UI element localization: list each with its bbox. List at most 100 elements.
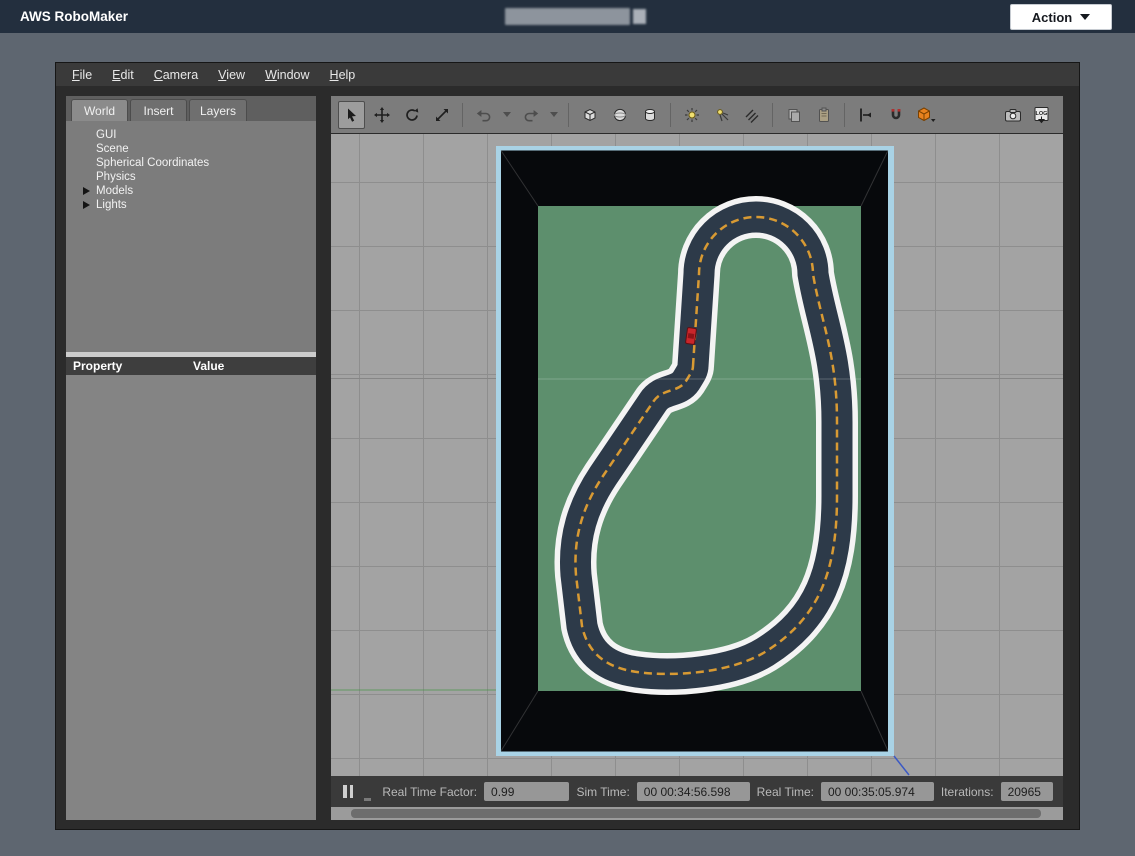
sim-time-label: Sim Time: <box>576 785 629 799</box>
pause-button[interactable] <box>341 783 355 800</box>
sim-time-value: 00 00:34:56.598 <box>637 782 750 801</box>
simulation-scene <box>331 134 1063 776</box>
spot-light-icon <box>714 107 730 123</box>
move-icon <box>374 107 390 123</box>
pause-icon <box>343 785 347 798</box>
redacted-text-small <box>633 9 646 24</box>
redo-icon <box>523 107 539 123</box>
align-tool-button[interactable] <box>852 101 879 129</box>
expand-arrow-icon[interactable] <box>83 201 90 209</box>
menu-camera[interactable]: Camera <box>144 65 208 85</box>
world-axis-blue <box>894 756 909 775</box>
sphere-shape-icon <box>612 107 628 123</box>
toolbar-separator <box>568 103 569 127</box>
directional-light-button[interactable] <box>738 101 765 129</box>
paste-button[interactable] <box>810 101 837 129</box>
gazebo-toolbar: LOG <box>331 96 1063 133</box>
cylinder-shape-icon <box>642 107 658 123</box>
car-roof <box>688 333 695 339</box>
property-table-body[interactable] <box>66 375 316 820</box>
menu-file[interactable]: File <box>62 65 102 85</box>
snap-tool-button[interactable] <box>882 101 909 129</box>
translate-tool-button[interactable] <box>368 101 395 129</box>
world-panel: World Insert Layers GUI Scene Spherical … <box>66 96 316 820</box>
rotate-tool-button[interactable] <box>398 101 425 129</box>
robot-car <box>685 327 696 344</box>
action-button[interactable]: Action <box>1010 4 1112 30</box>
directional-light-icon <box>744 107 760 123</box>
tree-item-lights[interactable]: Lights <box>66 198 316 212</box>
view-cube-icon <box>916 106 936 124</box>
tab-insert[interactable]: Insert <box>130 99 187 121</box>
pause-icon <box>350 785 354 798</box>
scale-icon <box>434 107 450 123</box>
scale-tool-button[interactable] <box>428 101 455 129</box>
menu-edit[interactable]: Edit <box>102 65 144 85</box>
simulation-statusbar: Real Time Factor: 0.99 Sim Time: 00 00:3… <box>331 776 1063 807</box>
menu-help[interactable]: Help <box>320 65 366 85</box>
tab-layers[interactable]: Layers <box>189 99 247 121</box>
step-button[interactable] <box>364 798 371 801</box>
rotate-icon <box>404 107 420 123</box>
expand-arrow-icon[interactable] <box>83 187 90 195</box>
redo-history-dropdown[interactable] <box>547 101 561 129</box>
viewport-3d[interactable] <box>331 134 1063 776</box>
real-time-factor-label: Real Time Factor: <box>382 785 477 799</box>
app-title: AWS RoboMaker <box>20 9 128 24</box>
magnet-icon <box>888 107 904 123</box>
copy-button[interactable] <box>780 101 807 129</box>
spot-light-button[interactable] <box>708 101 735 129</box>
caret-down-icon <box>1080 14 1090 20</box>
menu-window[interactable]: Window <box>255 65 319 85</box>
select-tool-button[interactable] <box>338 101 365 129</box>
insert-box-button[interactable] <box>576 101 603 129</box>
insert-cylinder-button[interactable] <box>636 101 663 129</box>
real-time-label: Real Time: <box>757 785 814 799</box>
sun-light-icon <box>684 107 700 123</box>
copy-icon <box>786 107 802 123</box>
scrollbar-thumb[interactable] <box>351 809 1041 818</box>
toolbar-separator <box>844 103 845 127</box>
world-tree: GUI Scene Spherical Coordinates Physics … <box>66 128 316 212</box>
redacted-text <box>505 8 630 25</box>
cursor-arrow-icon <box>344 107 360 123</box>
undo-button[interactable] <box>470 101 497 129</box>
tree-item-gui[interactable]: GUI <box>66 128 316 142</box>
svg-text:LOG: LOG <box>1035 111 1047 117</box>
menu-view[interactable]: View <box>208 65 255 85</box>
camera-icon <box>1004 107 1022 123</box>
tree-item-scene[interactable]: Scene <box>66 142 316 156</box>
real-time-factor-value: 0.99 <box>484 782 569 801</box>
iterations-value: 20965 <box>1001 782 1053 801</box>
tree-item-physics[interactable]: Physics <box>66 170 316 184</box>
align-icon <box>858 107 874 123</box>
log-icon: LOG <box>1033 106 1053 124</box>
insert-sphere-button[interactable] <box>606 101 633 129</box>
horizontal-scrollbar[interactable] <box>331 807 1063 820</box>
undo-history-dropdown[interactable] <box>500 101 514 129</box>
toolbar-separator <box>772 103 773 127</box>
caret-down-icon <box>503 112 511 117</box>
tree-item-models[interactable]: Models <box>66 184 316 198</box>
real-time-value: 00 00:35:05.974 <box>821 782 934 801</box>
toolbar-separator <box>670 103 671 127</box>
paste-icon <box>816 107 832 123</box>
tree-item-spherical-coordinates[interactable]: Spherical Coordinates <box>66 156 316 170</box>
point-light-button[interactable] <box>678 101 705 129</box>
value-column-header: Value <box>186 359 224 373</box>
undo-icon <box>476 107 492 123</box>
tab-world[interactable]: World <box>71 99 128 121</box>
caret-down-icon <box>550 112 558 117</box>
view-angle-button[interactable] <box>912 101 939 129</box>
action-button-label: Action <box>1032 10 1072 25</box>
iterations-label: Iterations: <box>941 785 994 799</box>
log-record-button[interactable]: LOG <box>1029 101 1056 129</box>
redo-button[interactable] <box>517 101 544 129</box>
panel-tabs: World Insert Layers <box>66 96 316 121</box>
gazebo-window: File Edit Camera View Window Help World … <box>55 62 1080 830</box>
screenshot-button[interactable] <box>999 101 1026 129</box>
box-shape-icon <box>582 107 598 123</box>
menubar: File Edit Camera View Window Help <box>56 63 1079 86</box>
aws-topbar: AWS RoboMaker Action <box>0 0 1135 33</box>
property-table-header: Property Value <box>66 357 316 375</box>
